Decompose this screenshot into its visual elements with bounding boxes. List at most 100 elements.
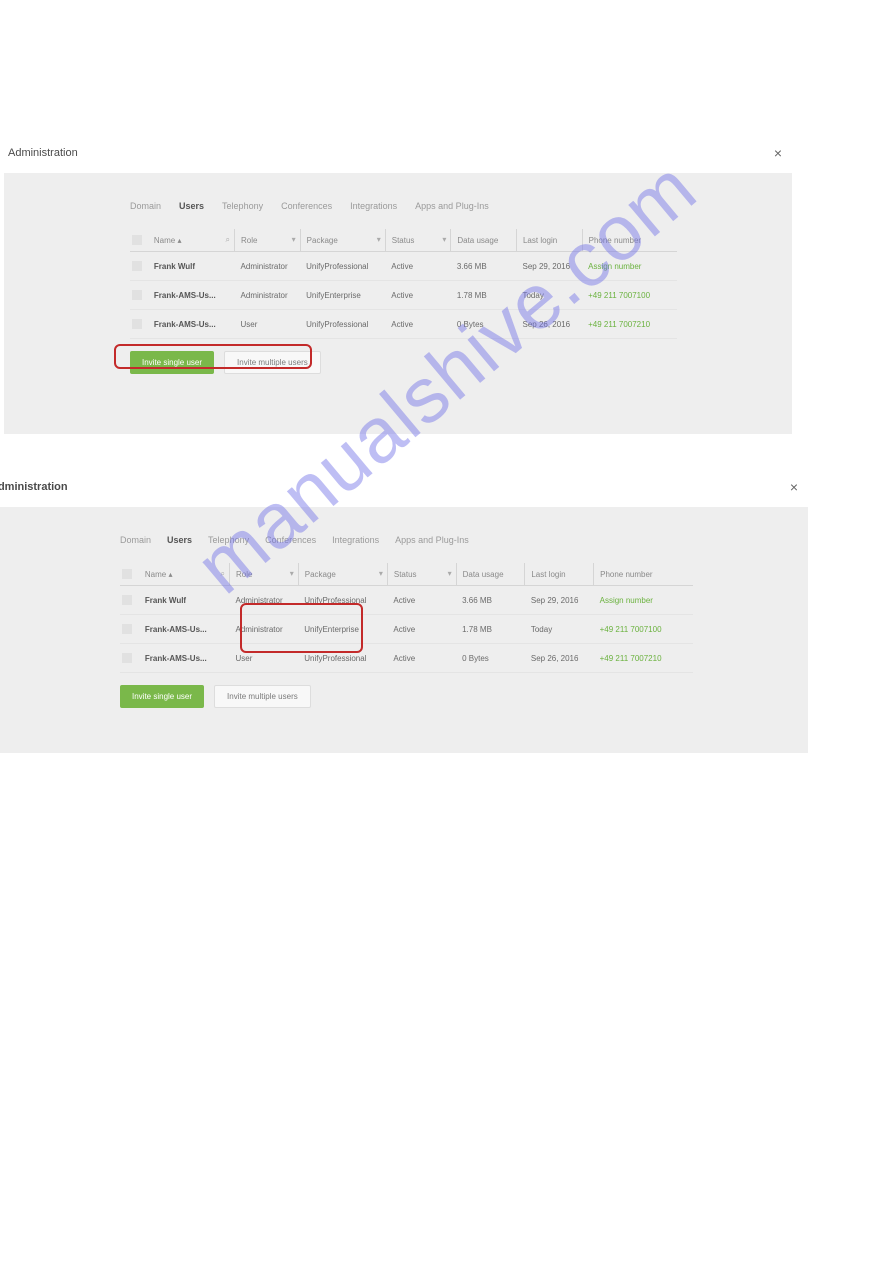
checkbox-icon[interactable]	[122, 569, 132, 579]
tab-telephony[interactable]: Telephony	[222, 201, 263, 211]
col-phone[interactable]: Phone number	[594, 563, 693, 586]
users-table: Name ▴⌕ Role▾ Package▾ Status▾ Data usag…	[130, 229, 677, 339]
cell-status: Active	[385, 252, 451, 281]
cell-status: Active	[387, 586, 456, 615]
tabs: Domain Users Telephony Conferences Integ…	[0, 535, 808, 545]
tab-integrations[interactable]: Integrations	[332, 535, 379, 545]
invite-single-user-button[interactable]: Invite single user	[130, 351, 214, 374]
col-checkbox[interactable]	[130, 229, 152, 252]
table-row[interactable]: Frank WulfAdministratorUnifyProfessional…	[130, 252, 677, 281]
row-checkbox[interactable]	[132, 261, 142, 271]
col-status[interactable]: Status▾	[387, 563, 456, 586]
assign-number-link[interactable]: Assign number	[594, 586, 693, 615]
assign-number-link[interactable]: Assign number	[582, 252, 677, 281]
close-icon[interactable]: ×	[790, 479, 798, 495]
cell-status: Active	[387, 644, 456, 673]
row-checkbox[interactable]	[132, 319, 142, 329]
search-icon[interactable]: ⌕	[226, 235, 230, 245]
checkbox-icon[interactable]	[132, 235, 142, 245]
cell-last: Sep 26, 2016	[516, 310, 582, 339]
cell-last: Sep 29, 2016	[516, 252, 582, 281]
row-checkbox[interactable]	[132, 290, 142, 300]
users-table-wrap: Name ▴⌕ Role▾ Package▾ Status▾ Data usag…	[120, 563, 693, 673]
cell-name: Frank-AMS-Us...	[143, 615, 230, 644]
tab-telephony[interactable]: Telephony	[208, 535, 249, 545]
col-role[interactable]: Role▾	[229, 563, 298, 586]
tabs: Domain Users Telephony Conferences Integ…	[4, 201, 792, 211]
tab-users[interactable]: Users	[179, 201, 204, 211]
admin-panel-1: Administration × Domain Users Telephony …	[4, 145, 792, 434]
table-row[interactable]: Frank-AMS-Us...UserUnifyProfessionalActi…	[130, 310, 677, 339]
table-row[interactable]: Frank WulfAdministratorUnifyProfessional…	[120, 586, 693, 615]
tab-users[interactable]: Users	[167, 535, 192, 545]
cell-package: UnifyEnterprise	[298, 615, 387, 644]
search-icon[interactable]: ⌕	[221, 569, 225, 579]
tab-integrations[interactable]: Integrations	[350, 201, 397, 211]
phone-number[interactable]: +49 211 7007210	[594, 644, 693, 673]
row-checkbox[interactable]	[122, 595, 132, 605]
cell-status: Active	[387, 615, 456, 644]
cell-role: User	[235, 310, 301, 339]
cell-package: UnifyEnterprise	[300, 281, 385, 310]
phone-number[interactable]: +49 211 7007100	[594, 615, 693, 644]
invite-single-user-button[interactable]: Invite single user	[120, 685, 204, 708]
cell-role: Administrator	[229, 615, 298, 644]
col-name[interactable]: Name ▴⌕	[143, 563, 230, 586]
cell-data: 0 Bytes	[451, 310, 517, 339]
table-row[interactable]: Frank-AMS-Us...UserUnifyProfessionalActi…	[120, 644, 693, 673]
col-data[interactable]: Data usage	[451, 229, 517, 252]
cell-package: UnifyProfessional	[298, 586, 387, 615]
filter-icon[interactable]: ▾	[442, 235, 446, 244]
action-buttons: Invite single user Invite multiple users	[120, 685, 808, 708]
cell-role: User	[229, 644, 298, 673]
cell-last: Sep 26, 2016	[525, 644, 594, 673]
col-data[interactable]: Data usage	[456, 563, 525, 586]
row-checkbox[interactable]	[122, 653, 132, 663]
invite-multiple-users-button[interactable]: Invite multiple users	[214, 685, 311, 708]
cell-status: Active	[385, 310, 451, 339]
cell-role: Administrator	[235, 252, 301, 281]
tab-apps[interactable]: Apps and Plug-Ins	[415, 201, 489, 211]
admin-panel-2: Administration × Domain Users Telephony …	[0, 479, 808, 753]
cell-data: 0 Bytes	[456, 644, 525, 673]
table-row[interactable]: Frank-AMS-Us...AdministratorUnifyEnterpr…	[120, 615, 693, 644]
filter-icon[interactable]: ▾	[290, 569, 294, 578]
cell-role: Administrator	[235, 281, 301, 310]
cell-data: 3.66 MB	[451, 252, 517, 281]
row-checkbox[interactable]	[122, 624, 132, 634]
tab-domain[interactable]: Domain	[120, 535, 151, 545]
invite-multiple-users-button[interactable]: Invite multiple users	[224, 351, 321, 374]
col-phone[interactable]: Phone number	[582, 229, 677, 252]
filter-icon[interactable]: ▾	[448, 569, 452, 578]
tab-conferences[interactable]: Conferences	[281, 201, 332, 211]
cell-package: UnifyProfessional	[300, 252, 385, 281]
phone-number[interactable]: +49 211 7007100	[582, 281, 677, 310]
col-last[interactable]: Last login	[516, 229, 582, 252]
col-status[interactable]: Status▾	[385, 229, 451, 252]
tab-apps[interactable]: Apps and Plug-Ins	[395, 535, 469, 545]
phone-number[interactable]: +49 211 7007210	[582, 310, 677, 339]
filter-icon[interactable]: ▾	[377, 235, 381, 244]
cell-name: Frank-AMS-Us...	[143, 644, 230, 673]
cell-data: 3.66 MB	[456, 586, 525, 615]
col-package[interactable]: Package▾	[298, 563, 387, 586]
col-name[interactable]: Name ▴⌕	[152, 229, 235, 252]
col-last[interactable]: Last login	[525, 563, 594, 586]
cell-name: Frank Wulf	[152, 252, 235, 281]
cell-package: UnifyProfessional	[300, 310, 385, 339]
tab-domain[interactable]: Domain	[130, 201, 161, 211]
col-checkbox[interactable]	[120, 563, 143, 586]
action-buttons: Invite single user Invite multiple users	[130, 351, 792, 374]
panel-title: Administration	[8, 147, 78, 159]
cell-name: Frank-AMS-Us...	[152, 281, 235, 310]
tab-conferences[interactable]: Conferences	[265, 535, 316, 545]
filter-icon[interactable]: ▾	[379, 569, 383, 578]
close-icon[interactable]: ×	[774, 145, 782, 161]
users-table: Name ▴⌕ Role▾ Package▾ Status▾ Data usag…	[120, 563, 693, 673]
table-row[interactable]: Frank-AMS-Us...AdministratorUnifyEnterpr…	[130, 281, 677, 310]
col-role[interactable]: Role▾	[235, 229, 301, 252]
col-package[interactable]: Package▾	[300, 229, 385, 252]
filter-icon[interactable]: ▾	[292, 235, 296, 244]
cell-status: Active	[385, 281, 451, 310]
cell-data: 1.78 MB	[456, 615, 525, 644]
